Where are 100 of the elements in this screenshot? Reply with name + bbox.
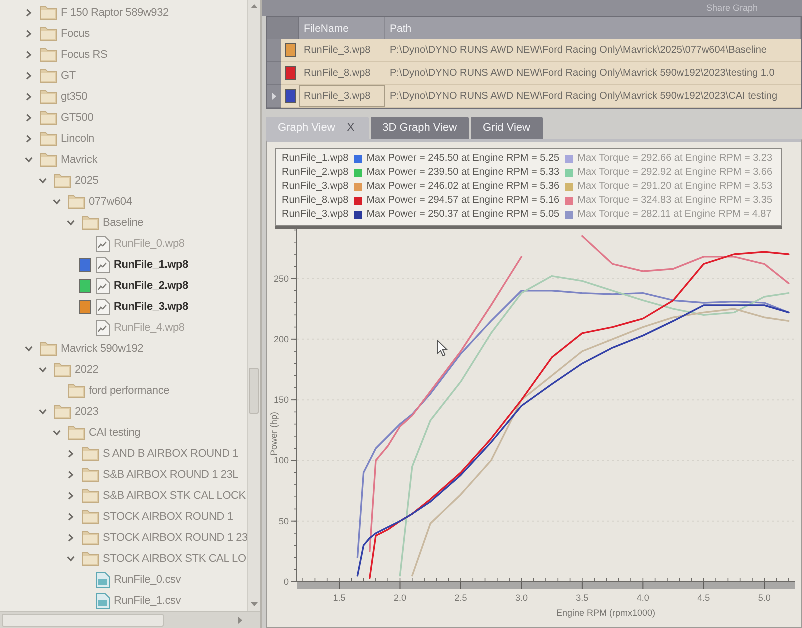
document-icon: [96, 592, 110, 608]
chevron-down-icon[interactable]: [67, 554, 75, 562]
tree-item[interactable]: ford performance: [89, 384, 170, 396]
chevron-down-icon[interactable]: [39, 366, 47, 374]
y-tick-label: 150: [274, 395, 289, 406]
tree-item[interactable]: Lincoln: [61, 132, 94, 144]
table-cell[interactable]: RunFile_3.wp8: [299, 85, 385, 108]
tree-item[interactable]: RunFile_1.wp8: [114, 258, 188, 270]
folder-icon: [40, 132, 57, 146]
table-cell[interactable]: RunFile_3.wp8: [299, 39, 385, 62]
legend-max-torque: Max Torque = 291.20 at Engine RPM = 3.53: [578, 180, 773, 194]
legend-max-power: Max Power = 245.50 at Engine RPM = 5.25: [366, 152, 560, 166]
scrollbar-thumb[interactable]: [249, 368, 259, 414]
y-axis-title: Power (hp): [269, 412, 279, 456]
chevron-right-icon[interactable]: [25, 8, 33, 16]
scroll-down-icon[interactable]: [250, 601, 258, 608]
legend-file-name: RunFile_8.wp8: [282, 194, 349, 208]
tree-item[interactable]: 2022: [75, 364, 99, 376]
tree-item[interactable]: CAI testing: [89, 426, 141, 438]
tree-item[interactable]: RunFile_2.wp8: [114, 280, 188, 292]
tree-item[interactable]: RunFile_3.wp8: [114, 300, 188, 312]
chevron-right-icon[interactable]: [25, 30, 33, 38]
folder-icon: [82, 488, 99, 502]
legend-max-power: Max Power = 246.02 at Engine RPM = 5.36: [366, 180, 560, 194]
vertical-scrollbar[interactable]: [247, 0, 260, 611]
chevron-down-icon[interactable]: [53, 198, 61, 206]
chevron-right-icon[interactable]: [67, 450, 75, 458]
tree-item[interactable]: RunFile_1.csv: [114, 594, 182, 606]
tree-item[interactable]: STOCK AIRBOX ROUND 1: [103, 510, 234, 522]
tree-item[interactable]: RunFile_0.wp8: [114, 238, 185, 250]
folder-icon: [82, 552, 99, 566]
legend-max-torque: Max Torque = 324.83 at Engine RPM = 3.35: [578, 194, 773, 208]
tree-item[interactable]: Focus RS: [61, 48, 108, 60]
tree-item[interactable]: Focus: [61, 28, 90, 40]
close-tab-button[interactable]: X: [345, 122, 357, 134]
tree-item[interactable]: F 150 Raptor 589w932: [61, 6, 169, 18]
tree-item[interactable]: RunFile_4.wp8: [114, 322, 185, 334]
folder-icon: [40, 6, 57, 20]
scroll-right-icon[interactable]: [237, 616, 244, 624]
chevron-down-icon[interactable]: [25, 344, 33, 352]
chevron-right-icon[interactable]: [25, 72, 33, 80]
document-icon: [96, 320, 110, 336]
tree-item[interactable]: 077w604: [89, 196, 132, 208]
folder-icon: [40, 110, 57, 124]
folder-icon: [40, 90, 57, 104]
tree-item[interactable]: GT: [61, 70, 76, 82]
y-tick-label: 100: [274, 456, 289, 466]
x-axis-title: Engine RPM (rpmx1000): [556, 608, 656, 618]
table-cell: P:\Dyno\DYNO RUNS AWD NEW\Ford Racing Only\Mavrick\2025\077w604\Baseline: [385, 39, 801, 62]
document-icon: [96, 278, 110, 294]
folder-icon: [82, 468, 99, 482]
folder-icon: [40, 68, 57, 82]
x-tick-label: 2.5: [454, 593, 468, 603]
folder-icon: [54, 174, 71, 188]
chevron-down-icon[interactable]: [53, 428, 61, 436]
tree-item[interactable]: STOCK AIRBOX STK CAL LO: [103, 552, 246, 564]
x-tick-label: 4.0: [636, 593, 650, 603]
tree-item[interactable]: GT500: [61, 112, 94, 124]
horizontal-scrollbar[interactable]: [0, 611, 260, 628]
document-icon: [96, 256, 110, 272]
chevron-down-icon[interactable]: [39, 408, 47, 416]
chevron-right-icon[interactable]: [25, 114, 33, 122]
folder-icon: [40, 26, 57, 40]
legend-max-torque: Max Torque = 292.92 at Engine RPM = 3.66: [578, 166, 773, 180]
tree-item[interactable]: Baseline: [103, 216, 144, 228]
chevron-down-icon[interactable]: [67, 218, 75, 226]
tree-item[interactable]: gt350: [61, 90, 88, 102]
document-icon: [96, 298, 110, 314]
scrollbar-thumb[interactable]: [2, 614, 164, 626]
legend-max-torque: Max Torque = 292.66 at Engine RPM = 3.23: [578, 152, 773, 166]
tab[interactable]: Grid View: [471, 117, 542, 139]
table-cell: P:\Dyno\DYNO RUNS AWD NEW\Ford Racing Only\Mavrick 590w192\2023\CAI testing: [385, 85, 801, 108]
x-tick-label: 5.0: [758, 593, 771, 603]
chevron-right-icon[interactable]: [67, 534, 75, 542]
tree-item[interactable]: S&B AIRBOX ROUND 1 23L: [103, 468, 239, 480]
column-header[interactable]: FileName: [299, 17, 385, 39]
scroll-up-icon[interactable]: [250, 3, 258, 10]
tab[interactable]: 3D Graph View: [370, 117, 470, 139]
chevron-right-icon[interactable]: [67, 512, 75, 520]
folder-icon: [82, 216, 99, 230]
chevron-right-icon[interactable]: [25, 92, 33, 100]
tree-item[interactable]: Mavrick 590w192: [61, 342, 144, 354]
tree-item[interactable]: 2023: [75, 406, 99, 418]
folder-icon: [40, 152, 57, 166]
chevron-right-icon[interactable]: [25, 50, 33, 58]
table-cell[interactable]: RunFile_8.wp8: [299, 62, 385, 85]
column-header[interactable]: Path: [385, 17, 801, 39]
chevron-right-icon[interactable]: [25, 134, 33, 142]
tree-item[interactable]: S&B AIRBOX STK CAL LOCK: [103, 490, 246, 502]
chevron-right-icon[interactable]: [67, 492, 75, 500]
chevron-down-icon[interactable]: [25, 156, 33, 164]
chevron-right-icon[interactable]: [67, 470, 75, 478]
tree-item[interactable]: 2025: [75, 174, 99, 186]
tab[interactable]: Graph View X: [266, 117, 369, 139]
legend-file-name: RunFile_3.wp8: [282, 208, 349, 222]
tree-item[interactable]: Mavrick: [61, 154, 98, 166]
tree-item[interactable]: RunFile_0.csv: [114, 574, 182, 586]
chevron-down-icon[interactable]: [39, 176, 47, 184]
y-tick-label: 200: [274, 334, 289, 344]
tree-item[interactable]: S AND B AIRBOX ROUND 1: [103, 448, 239, 460]
